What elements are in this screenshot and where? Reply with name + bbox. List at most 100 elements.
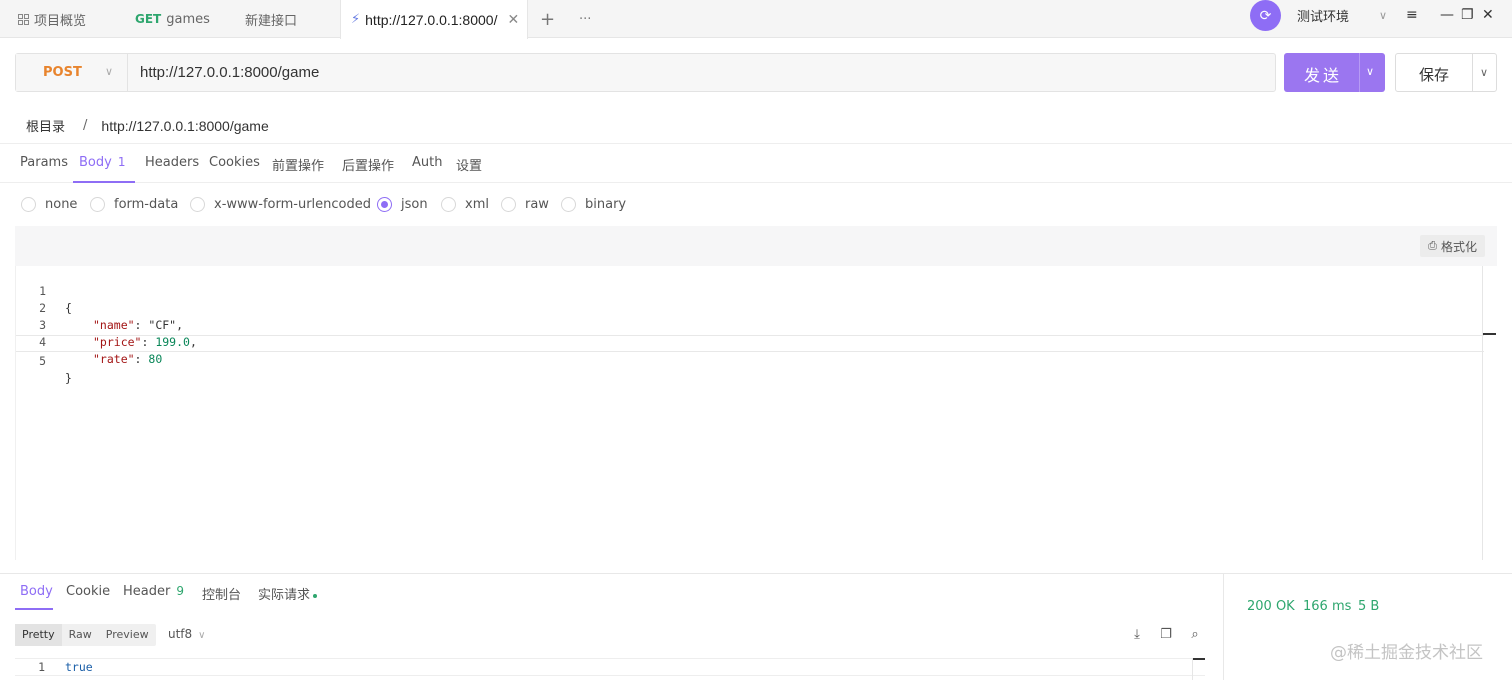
view-raw[interactable]: Raw <box>62 624 99 646</box>
status-panel <box>1223 573 1512 680</box>
radio-xml[interactable]: xml <box>441 197 489 212</box>
response-tab-console[interactable]: 控制台 <box>202 584 241 603</box>
radio-none[interactable]: none <box>21 197 77 212</box>
breadcrumb-root[interactable]: 根目录 <box>26 116 65 135</box>
new-tab-button[interactable]: + <box>540 0 555 38</box>
tab-body[interactable]: Body 1 <box>79 155 125 170</box>
radio-circle <box>501 197 516 212</box>
divider <box>0 143 1512 144</box>
code-line: 3 "price": 199.0, <box>16 300 1484 349</box>
editor-toolbar: ⎙ 格式化 <box>15 226 1497 266</box>
response-tab-actual-request[interactable]: 实际请求 <box>258 584 318 603</box>
view-pretty[interactable]: Pretty <box>15 624 62 646</box>
status-dot-icon <box>313 593 318 598</box>
encoding-label: utf8 <box>168 627 193 641</box>
tab-headers[interactable]: Headers <box>145 155 199 170</box>
send-button[interactable]: 发送 ∨ <box>1284 53 1385 92</box>
response-time: 166 ms <box>1303 599 1352 614</box>
chevron-down-icon: ∨ <box>198 630 206 641</box>
tab-active-request[interactable]: ⚡ http://127.0.0.1:8000/ ✕ <box>340 0 528 39</box>
line-number: 1 <box>38 660 45 674</box>
radio-json[interactable]: json <box>377 197 428 212</box>
grid-icon <box>18 13 29 25</box>
tab-post-request[interactable]: 后置操作 <box>342 155 394 174</box>
scroll-marker <box>1483 333 1496 335</box>
tab-cookies[interactable]: Cookies <box>209 155 260 170</box>
radio-binary[interactable]: binary <box>561 197 626 212</box>
divider <box>1472 54 1473 91</box>
code-line: 4 "rate": 80 <box>16 317 1484 366</box>
copy-icon[interactable]: ❐ <box>1159 627 1173 642</box>
method-select[interactable]: POST ∨ <box>16 54 128 91</box>
tab-pre-request[interactable]: 前置操作 <box>272 155 324 174</box>
search-icon[interactable]: ⌕ <box>1188 627 1202 642</box>
tab-label: 实际请求 <box>258 588 311 603</box>
save-button[interactable]: 保存 ∨ <box>1395 53 1497 92</box>
response-body: 1 true <box>15 658 1205 676</box>
environment-select[interactable]: 测试环境 ∨ <box>1289 2 1395 29</box>
breadcrumb: 根目录 / http://127.0.0.1:8000/game <box>26 116 269 136</box>
tab-label: Body <box>79 155 112 170</box>
download-icon[interactable]: ⤓ <box>1130 627 1144 642</box>
close-tab-icon[interactable]: ✕ <box>507 12 519 28</box>
active-tab-indicator <box>15 608 53 610</box>
method-label: POST <box>43 65 82 80</box>
radio-urlencoded[interactable]: x-www-form-urlencoded <box>190 197 371 212</box>
tab-label: http://127.0.0.1:8000/ <box>365 11 498 28</box>
response-tab-body[interactable]: Body <box>20 584 53 599</box>
minimize-icon[interactable]: — <box>1440 4 1454 26</box>
breadcrumb-current: http://127.0.0.1:8000/game <box>101 117 269 134</box>
refresh-icon[interactable]: ⟳ <box>1250 0 1281 31</box>
json-editor[interactable]: 1 { 2 "name": "CF", 3 "price": 199.0, 4 … <box>15 266 1497 560</box>
tab-params[interactable]: Params <box>20 155 68 170</box>
active-tab-indicator <box>73 181 135 183</box>
response-size: 5 B <box>1358 599 1380 614</box>
response-scrollbar[interactable] <box>1192 658 1205 680</box>
code-line-current: 5 } <box>16 335 1484 385</box>
chevron-down-icon: ∨ <box>1378 9 1387 22</box>
radio-label: none <box>45 197 78 212</box>
radio-form-data[interactable]: form-data <box>90 197 178 212</box>
tab-get-games[interactable]: GET games <box>135 0 210 38</box>
send-label: 发送 <box>1304 66 1343 85</box>
view-preview[interactable]: Preview <box>99 624 156 646</box>
encoding-select[interactable]: utf8 ∨ <box>168 627 206 641</box>
radio-circle <box>377 197 392 212</box>
format-label: 格式化 <box>1440 239 1477 254</box>
url-bar: POST ∨ http://127.0.0.1:8000/game <box>15 53 1276 92</box>
divider <box>0 182 1512 183</box>
count-badge: 1 <box>117 155 126 169</box>
tab-project-overview[interactable]: 项目概览 <box>18 0 86 38</box>
menu-icon[interactable]: ≡ <box>1406 4 1418 26</box>
response-tab-header[interactable]: Header 9 <box>123 584 184 599</box>
tab-label: 项目概览 <box>34 13 87 29</box>
code-line: 2 "name": "CF", <box>16 283 1484 332</box>
more-tabs-button[interactable]: ··· <box>579 0 591 38</box>
tab-auth[interactable]: Auth <box>412 155 442 170</box>
close-window-icon[interactable]: ✕ <box>1482 4 1494 26</box>
tab-new-api[interactable]: 新建接口 <box>245 0 297 38</box>
radio-label: form-data <box>114 197 179 212</box>
chevron-down-icon: ∨ <box>105 65 114 78</box>
tab-settings[interactable]: 设置 <box>456 155 482 174</box>
url-input[interactable]: http://127.0.0.1:8000/game <box>140 64 319 81</box>
save-label: 保存 <box>1419 66 1450 84</box>
format-button[interactable]: ⎙ 格式化 <box>1420 235 1485 257</box>
response-tab-cookie[interactable]: Cookie <box>66 584 110 599</box>
send-dropdown-icon[interactable]: ∨ <box>1366 65 1374 78</box>
radio-raw[interactable]: raw <box>501 197 549 212</box>
radio-circle <box>21 197 36 212</box>
json-number: 80 <box>148 352 163 366</box>
view-mode-switch: Pretty Raw Preview <box>15 624 156 646</box>
restore-icon[interactable]: ❐ <box>1461 4 1474 26</box>
editor-scrollbar[interactable] <box>1482 266 1483 560</box>
code-line: 1 { <box>16 266 1484 315</box>
radio-label: xml <box>465 197 489 212</box>
code-punct: : <box>134 352 149 366</box>
environment-label: 测试环境 <box>1297 10 1350 25</box>
radio-label: x-www-form-urlencoded <box>214 197 372 212</box>
tab-label: 新建接口 <box>245 13 298 29</box>
method-badge: GET <box>135 12 162 26</box>
radio-circle <box>190 197 205 212</box>
save-dropdown-icon[interactable]: ∨ <box>1480 66 1488 79</box>
